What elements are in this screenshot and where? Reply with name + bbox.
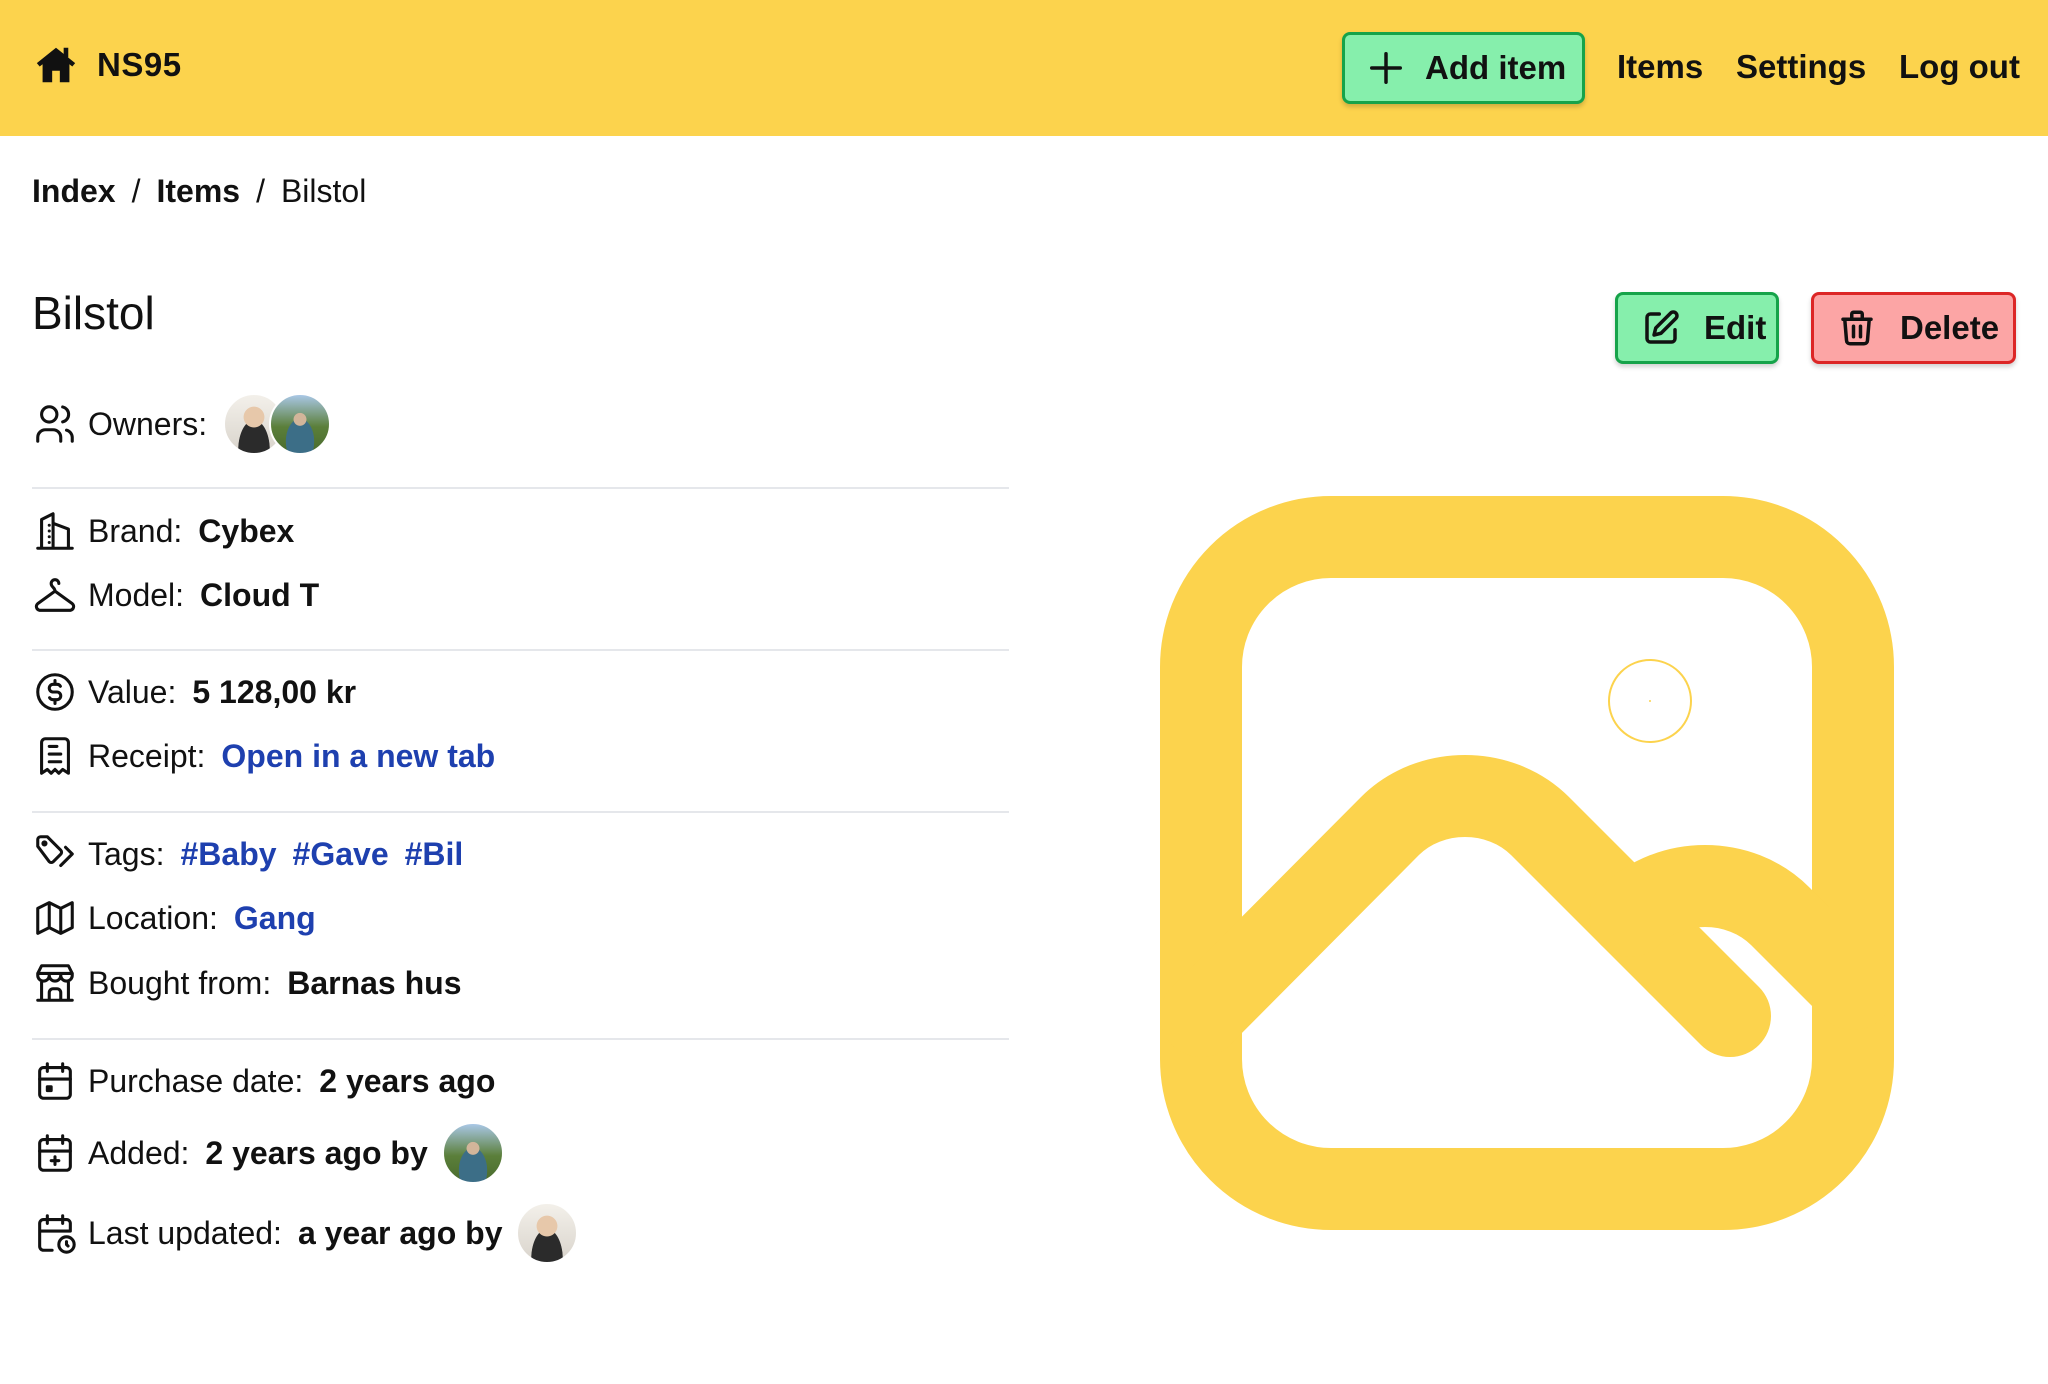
breadcrumb: Index / Items / Bilstol (32, 173, 366, 210)
bought-from-row: Bought from: Barnas hus (32, 960, 461, 1006)
calendar-clock-icon (38, 1214, 76, 1254)
value-row: Value: 5 128,00 kr (32, 669, 356, 715)
tags-icon (36, 835, 74, 868)
edit-button[interactable]: Edit (1615, 292, 1779, 364)
value-amount: 5 128,00 kr (192, 673, 357, 710)
brand-link[interactable]: NS95 (33, 42, 182, 88)
divider (32, 649, 1009, 651)
divider (32, 1038, 1009, 1040)
brand-label: Brand: (88, 512, 183, 549)
last-updated-value: a year ago by (297, 1214, 503, 1251)
model-value: Cloud T (200, 576, 320, 613)
added-label: Added: (88, 1134, 190, 1171)
added-value: 2 years ago by (205, 1134, 428, 1171)
tag-link[interactable]: #Baby (180, 836, 276, 873)
divider (32, 487, 1009, 489)
model-label: Model: (88, 576, 185, 613)
tag-link[interactable]: #Gave (293, 836, 389, 873)
location-label: Location: (88, 899, 218, 936)
calendar-icon (38, 1062, 72, 1100)
brand-name: NS95 (97, 46, 182, 83)
home-icon (36, 47, 76, 83)
breadcrumb-current: Bilstol (280, 173, 367, 209)
photo-icon (1160, 496, 1894, 1230)
calendar-plus-icon (38, 1134, 72, 1172)
last-updated-label: Last updated: (88, 1214, 282, 1251)
building-icon (36, 512, 74, 550)
breadcrumb-separator: / (131, 173, 141, 209)
dollar-circle-icon (36, 673, 74, 711)
page-title: Bilstol (32, 287, 155, 339)
hanger-icon (34, 578, 76, 612)
add-item-button[interactable]: Add item (1342, 32, 1585, 104)
avatar[interactable] (441, 1122, 504, 1184)
owners-row: Owners: (32, 393, 332, 455)
trash-icon (1841, 310, 1873, 346)
top-navbar: NS95 Add item Items Settings Log out (0, 0, 2048, 136)
store-icon (36, 964, 74, 1002)
breadcrumb-separator: / (256, 173, 265, 209)
brand-row: Brand: Cybex (32, 508, 294, 554)
nav-logout-link[interactable]: Log out (1899, 48, 2020, 86)
add-item-label: Add item (1425, 49, 1567, 86)
location-row: Location: Gang (32, 895, 316, 941)
avatar[interactable] (269, 393, 332, 455)
nav-settings-link[interactable]: Settings (1736, 48, 1866, 86)
map-icon (36, 901, 74, 935)
brand-value: Cybex (198, 512, 295, 549)
edit-label: Edit (1704, 309, 1767, 346)
model-row: Model: Cloud T (32, 572, 319, 618)
plus-icon (1370, 52, 1402, 84)
users-icon (36, 405, 74, 443)
receipt-link[interactable]: Open in a new tab (221, 738, 495, 775)
breadcrumb-index[interactable]: Index (32, 173, 116, 210)
owners-label: Owners: (88, 405, 208, 442)
value-label: Value: (88, 673, 177, 710)
receipt-row: Receipt: Open in a new tab (32, 733, 495, 779)
purchase-date-row: Purchase date: 2 years ago (32, 1058, 495, 1104)
purchase-date-label: Purchase date: (88, 1062, 304, 1099)
tag-link[interactable]: #Bil (405, 836, 464, 873)
avatar[interactable] (516, 1202, 579, 1264)
nav-items-link[interactable]: Items (1617, 48, 1703, 86)
receipt-icon (40, 737, 70, 775)
pencil-square-icon (1645, 310, 1679, 344)
owners-avatars (223, 393, 332, 455)
bought-from-label: Bought from: (88, 964, 272, 1001)
tags-row: Tags: #Baby #Gave #Bil (32, 831, 479, 877)
bought-from-value: Barnas hus (287, 964, 462, 1001)
receipt-label: Receipt: (88, 737, 206, 774)
last-updated-row: Last updated: a year ago by (32, 1202, 579, 1264)
divider (32, 811, 1009, 813)
delete-label: Delete (1900, 309, 2000, 346)
location-link[interactable]: Gang (234, 900, 316, 937)
added-row: Added: 2 years ago by (32, 1122, 504, 1184)
purchase-date-value: 2 years ago (319, 1062, 496, 1099)
delete-button[interactable]: Delete (1811, 292, 2016, 364)
breadcrumb-items[interactable]: Items (156, 173, 240, 210)
tags-label: Tags: (88, 835, 165, 872)
